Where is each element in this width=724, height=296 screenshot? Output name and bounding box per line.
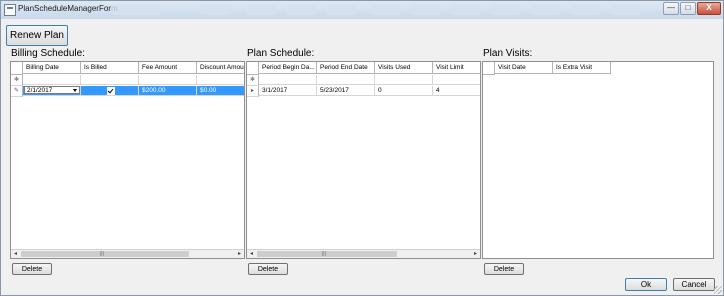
billing-date-cell[interactable]: 2/1/2017 bbox=[23, 86, 81, 96]
column-header-visit-date[interactable]: Visit Date bbox=[495, 62, 553, 74]
taskbar-ghost bbox=[326, 4, 356, 15]
minimize-button[interactable]: — bbox=[663, 2, 679, 15]
column-header-visit-limit[interactable]: Visit Limit bbox=[433, 62, 480, 74]
billing-date-value: 2/1/2017 bbox=[27, 86, 53, 94]
visit-limit-cell[interactable]: 4 bbox=[433, 86, 480, 96]
window-controls: — □ X bbox=[663, 2, 721, 15]
window-title: PlanScheduleManagerForm bbox=[18, 4, 118, 13]
taskbar-ghost bbox=[531, 4, 561, 15]
table-row[interactable]: ▸ 3/1/2017 5/23/2017 0 4 bbox=[247, 86, 480, 97]
row-header-corner bbox=[11, 62, 23, 75]
taskbar-ghost bbox=[286, 4, 316, 15]
plan-schedule-header-row: Period Begin Da... Period End Date Visit… bbox=[247, 62, 480, 75]
row-header-corner bbox=[247, 62, 259, 75]
column-header-period-begin[interactable]: Period Begin Da... bbox=[259, 62, 317, 74]
scroll-right-icon[interactable]: ▸ bbox=[235, 250, 244, 258]
plan-schedule-label: Plan Schedule: bbox=[247, 48, 315, 59]
taskbar-ghost bbox=[491, 4, 521, 15]
new-row-cell[interactable] bbox=[197, 75, 244, 85]
taskbar-ghost bbox=[246, 4, 276, 15]
new-row[interactable]: ✱ bbox=[11, 75, 244, 86]
taskbar-ghost bbox=[111, 4, 161, 15]
resize-grip-icon[interactable] bbox=[714, 286, 722, 294]
app-icon bbox=[4, 4, 16, 16]
taskbar-ghost bbox=[371, 4, 401, 15]
is-billed-checkbox[interactable] bbox=[107, 87, 115, 95]
row-header-corner bbox=[483, 62, 495, 75]
new-row[interactable]: ✱ bbox=[247, 75, 480, 86]
table-row[interactable]: ✎ 2/1/2017 $200.00 $0.00 bbox=[11, 86, 244, 97]
period-begin-cell[interactable]: 3/1/2017 bbox=[259, 86, 317, 96]
chevron-down-icon[interactable] bbox=[73, 88, 77, 92]
scroll-left-icon[interactable]: ◂ bbox=[11, 250, 20, 258]
grip-icon: ||| bbox=[100, 251, 104, 257]
title-bar[interactable]: PlanScheduleManagerForm — □ X bbox=[1, 1, 723, 19]
maximize-button[interactable]: □ bbox=[680, 2, 696, 15]
plan-visits-header-row: Visit Date Is Extra Visit bbox=[483, 62, 713, 75]
column-header-fee-amount[interactable]: Fee Amount bbox=[139, 62, 197, 74]
horizontal-scrollbar[interactable]: ◂ ||| ▸ bbox=[247, 249, 480, 258]
taskbar-ghost bbox=[451, 4, 481, 15]
new-row-cell[interactable] bbox=[317, 75, 375, 85]
cancel-button[interactable]: Cancel bbox=[673, 278, 715, 291]
new-row-cell[interactable] bbox=[433, 75, 480, 85]
taskbar-ghost bbox=[201, 4, 231, 15]
new-row-cell[interactable] bbox=[23, 75, 81, 85]
billing-header-row: Billing Date Is Billed Fee Amount Discou… bbox=[11, 62, 244, 75]
billing-date-dropdown[interactable]: 2/1/2017 bbox=[24, 86, 80, 94]
scroll-thumb[interactable] bbox=[21, 251, 189, 257]
scroll-right-icon[interactable]: ▸ bbox=[471, 250, 480, 258]
visits-used-cell[interactable]: 0 bbox=[375, 86, 433, 96]
is-billed-cell[interactable] bbox=[81, 86, 139, 96]
horizontal-scrollbar[interactable]: ◂ ||| ▸ bbox=[11, 249, 244, 258]
discount-amount-cell[interactable]: $0.00 bbox=[197, 86, 244, 96]
taskbar-ghost bbox=[571, 4, 601, 15]
column-header-discount-amount[interactable]: Discount Amou bbox=[197, 62, 244, 74]
billing-schedule-grid[interactable]: Billing Date Is Billed Fee Amount Discou… bbox=[10, 61, 245, 259]
delete-plan-schedule-button[interactable]: Delete bbox=[248, 263, 288, 275]
ok-button[interactable]: Ok bbox=[625, 278, 667, 291]
new-row-cell[interactable] bbox=[375, 75, 433, 85]
plan-visits-grid[interactable]: Visit Date Is Extra Visit bbox=[482, 61, 714, 259]
edit-row-icon: ✎ bbox=[11, 86, 23, 97]
delete-billing-button[interactable]: Delete bbox=[12, 263, 52, 275]
plan-schedule-manager-window: PlanScheduleManagerForm — □ X Renew Plan… bbox=[0, 0, 724, 296]
renew-plan-button[interactable]: Renew Plan bbox=[6, 25, 68, 46]
new-row-cell[interactable] bbox=[81, 75, 139, 85]
column-header-is-extra-visit[interactable]: Is Extra Visit bbox=[553, 62, 611, 74]
delete-plan-visits-button[interactable]: Delete bbox=[484, 263, 524, 275]
fee-amount-cell[interactable]: $200.00 bbox=[139, 86, 197, 96]
new-row-cell[interactable] bbox=[139, 75, 197, 85]
grip-icon: ||| bbox=[322, 251, 326, 257]
new-row-cell[interactable] bbox=[259, 75, 317, 85]
close-button[interactable]: X bbox=[697, 2, 721, 15]
column-header-visits-used[interactable]: Visits Used bbox=[375, 62, 433, 74]
taskbar-ghost bbox=[411, 4, 441, 15]
column-header-period-end[interactable]: Period End Date bbox=[317, 62, 375, 74]
column-header-billing-date[interactable]: Billing Date bbox=[23, 62, 81, 74]
new-row-icon: ✱ bbox=[11, 75, 23, 86]
column-header-is-billed[interactable]: Is Billed bbox=[81, 62, 139, 74]
scroll-left-icon[interactable]: ◂ bbox=[247, 250, 256, 258]
taskbar-ghost bbox=[611, 4, 641, 15]
period-end-cell[interactable]: 5/23/2017 bbox=[317, 86, 375, 96]
current-row-arrow-icon: ▸ bbox=[247, 86, 259, 97]
scroll-thumb[interactable] bbox=[257, 251, 397, 257]
new-row-icon: ✱ bbox=[247, 75, 259, 86]
plan-schedule-grid[interactable]: Period Begin Da... Period End Date Visit… bbox=[246, 61, 481, 259]
billing-schedule-label: Billing Schedule: bbox=[11, 48, 85, 59]
plan-visits-label: Plan Visits: bbox=[483, 48, 533, 59]
